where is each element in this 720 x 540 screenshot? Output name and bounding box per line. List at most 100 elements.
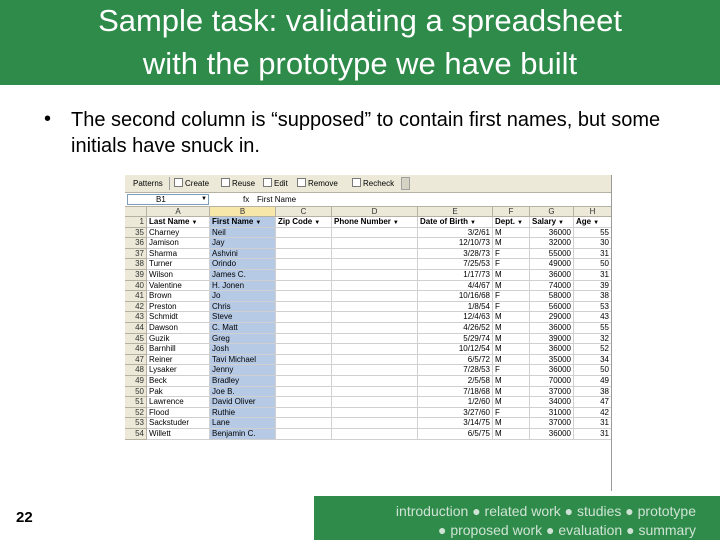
table-cell[interactable] — [276, 407, 332, 419]
table-cell[interactable]: Sharma — [147, 248, 210, 260]
table-cell[interactable] — [332, 280, 418, 292]
header-cell[interactable]: Date of Birth ▼ — [418, 217, 493, 228]
table-cell[interactable] — [276, 238, 332, 249]
patterns-menu[interactable]: Patterns — [133, 177, 163, 190]
table-cell[interactable]: F — [493, 259, 530, 270]
create-button[interactable]: Create — [174, 177, 209, 190]
table-cell[interactable]: 32000 — [530, 238, 574, 249]
header-cell[interactable]: Zip Code ▼ — [276, 217, 332, 228]
table-cell[interactable]: James C. — [210, 270, 276, 281]
table-cell[interactable] — [332, 397, 418, 408]
fx-icon[interactable]: fx — [243, 194, 249, 205]
table-cell[interactable] — [276, 280, 332, 292]
table-cell[interactable]: 6/5/72 — [418, 354, 493, 366]
table-cell[interactable]: Reiner — [147, 354, 210, 366]
table-cell[interactable]: 50 — [574, 365, 612, 376]
table-cell[interactable] — [276, 312, 332, 323]
table-cell[interactable] — [276, 429, 332, 440]
table-cell[interactable] — [332, 333, 418, 345]
table-cell[interactable]: 39 — [574, 280, 612, 292]
table-cell[interactable]: 3/28/73 — [418, 248, 493, 260]
table-cell[interactable]: 12/10/73 — [418, 238, 493, 249]
row-number[interactable]: 42 — [125, 301, 147, 313]
table-cell[interactable]: M — [493, 323, 530, 334]
table-cell[interactable]: 47 — [574, 397, 612, 408]
table-cell[interactable]: Guzik — [147, 333, 210, 345]
filter-dropdown-icon[interactable]: ▼ — [255, 220, 261, 226]
table-cell[interactable]: 42 — [574, 407, 612, 419]
table-cell[interactable]: M — [493, 238, 530, 249]
table-cell[interactable]: 3/27/60 — [418, 407, 493, 419]
table-cell[interactable]: Jenny — [210, 365, 276, 376]
table-cell[interactable] — [332, 407, 418, 419]
table-cell[interactable]: 30 — [574, 238, 612, 249]
table-cell[interactable]: F — [493, 301, 530, 313]
header-cell[interactable]: Dept. ▼ — [493, 217, 530, 228]
table-cell[interactable]: 70000 — [530, 376, 574, 387]
filter-dropdown-icon[interactable]: ▼ — [470, 220, 476, 226]
table-cell[interactable]: F — [493, 365, 530, 376]
table-cell[interactable]: 3/14/75 — [418, 418, 493, 429]
table-cell[interactable] — [276, 418, 332, 429]
table-cell[interactable] — [332, 344, 418, 355]
table-cell[interactable]: 37000 — [530, 386, 574, 398]
table-cell[interactable]: 38 — [574, 386, 612, 398]
table-cell[interactable]: 12/4/63 — [418, 312, 493, 323]
table-cell[interactable]: 32 — [574, 333, 612, 345]
column-header-f[interactable]: F — [493, 207, 530, 217]
table-cell[interactable]: Steve — [210, 312, 276, 323]
table-cell[interactable]: 10/16/68 — [418, 291, 493, 302]
table-cell[interactable] — [332, 312, 418, 323]
table-cell[interactable]: Brown — [147, 291, 210, 302]
table-cell[interactable]: M — [493, 397, 530, 408]
row-number[interactable]: 47 — [125, 354, 147, 366]
table-cell[interactable]: 31 — [574, 248, 612, 260]
table-cell[interactable]: Lysaker — [147, 365, 210, 376]
table-cell[interactable]: 31 — [574, 418, 612, 429]
table-cell[interactable]: Bradley — [210, 376, 276, 387]
table-cell[interactable]: F — [493, 291, 530, 302]
table-cell[interactable]: Greg — [210, 333, 276, 345]
name-box[interactable]: B1 — [127, 194, 209, 205]
column-header-g[interactable]: G — [530, 207, 574, 217]
column-header-d[interactable]: D — [332, 207, 418, 217]
table-cell[interactable] — [276, 397, 332, 408]
recheck-button[interactable]: Recheck — [352, 177, 394, 190]
table-cell[interactable]: Schmidt — [147, 312, 210, 323]
table-cell[interactable]: 52 — [574, 344, 612, 355]
table-cell[interactable]: M — [493, 418, 530, 429]
table-cell[interactable]: 4/26/52 — [418, 323, 493, 334]
row-number[interactable]: 49 — [125, 376, 147, 387]
filter-dropdown-icon[interactable]: ▼ — [593, 220, 599, 226]
table-cell[interactable] — [332, 418, 418, 429]
table-cell[interactable]: Orindo — [210, 259, 276, 270]
table-cell[interactable] — [276, 365, 332, 376]
table-cell[interactable]: 7/18/68 — [418, 386, 493, 398]
row-number[interactable]: 50 — [125, 386, 147, 398]
table-cell[interactable]: 31 — [574, 270, 612, 281]
table-cell[interactable]: 31000 — [530, 407, 574, 419]
table-cell[interactable]: Joe B. — [210, 386, 276, 398]
table-cell[interactable] — [332, 291, 418, 302]
table-cell[interactable] — [276, 333, 332, 345]
table-cell[interactable]: 3/2/61 — [418, 227, 493, 239]
table-cell[interactable] — [276, 354, 332, 366]
table-cell[interactable]: 49 — [574, 376, 612, 387]
column-header-b[interactable]: B — [210, 207, 276, 217]
row-number[interactable]: 40 — [125, 280, 147, 292]
table-cell[interactable]: M — [493, 227, 530, 239]
select-all-corner[interactable] — [125, 207, 147, 217]
table-cell[interactable] — [332, 301, 418, 313]
table-cell[interactable] — [332, 429, 418, 440]
table-cell[interactable] — [276, 270, 332, 281]
row-number[interactable]: 46 — [125, 344, 147, 355]
table-cell[interactable] — [332, 227, 418, 239]
table-cell[interactable]: 6/5/75 — [418, 429, 493, 440]
table-cell[interactable] — [332, 323, 418, 334]
header-cell[interactable]: Phone Number ▼ — [332, 217, 418, 228]
table-cell[interactable]: Neil — [210, 227, 276, 239]
table-cell[interactable]: Willett — [147, 429, 210, 440]
table-cell[interactable]: 55 — [574, 227, 612, 239]
table-cell[interactable] — [276, 344, 332, 355]
filter-dropdown-icon[interactable]: ▼ — [393, 220, 399, 226]
